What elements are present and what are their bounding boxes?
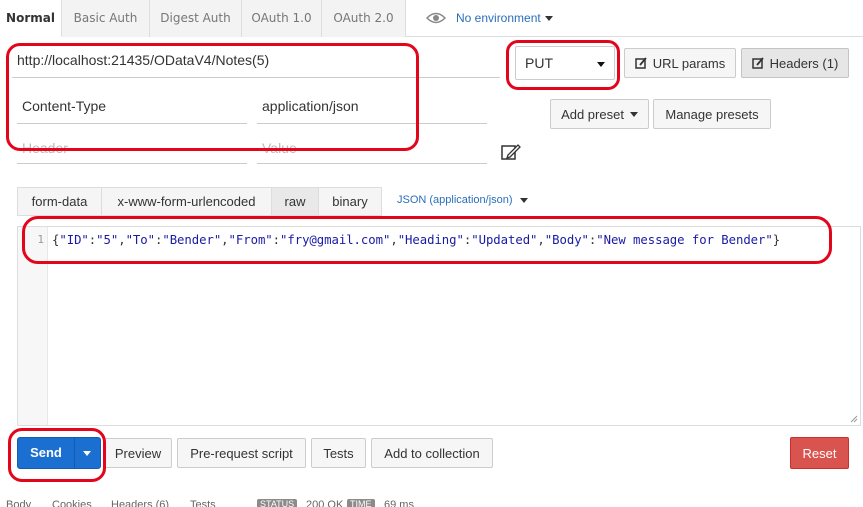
line-number: 1 <box>37 233 44 246</box>
response-tab-tests[interactable]: Tests <box>190 499 216 507</box>
headers-label: Headers (1) <box>769 55 839 71</box>
header-key-placeholder[interactable]: Header <box>17 140 247 164</box>
add-to-collection-button[interactable]: Add to collection <box>371 438 493 468</box>
manage-presets-label: Manage presets <box>665 106 759 122</box>
code-punctuation-token: , <box>537 233 545 247</box>
environment-label: No environment <box>456 11 541 25</box>
manage-presets-button[interactable]: Manage presets <box>653 99 771 129</box>
editor-gutter: 1 <box>18 227 48 425</box>
tab-basic-auth[interactable]: Basic Auth <box>62 0 150 37</box>
response-tab-body[interactable]: Body <box>6 499 31 507</box>
format-label: JSON (application/json) <box>397 194 513 206</box>
header-value-field[interactable]: application/json <box>257 98 487 124</box>
preview-button[interactable]: Preview <box>104 438 172 468</box>
send-label: Send <box>30 445 62 460</box>
code-punctuation-token: } <box>772 233 781 247</box>
url-params-label: URL params <box>652 55 726 71</box>
reset-label: Reset <box>802 445 837 461</box>
status-badge: STATUS <box>257 499 298 507</box>
code-string-token: "Heading" <box>397 233 464 247</box>
tab-oauth-1[interactable]: OAuth 1.0 <box>242 0 322 37</box>
time-value: 69 ms <box>384 499 414 507</box>
status-value: 200 OK <box>306 499 344 507</box>
body-editor[interactable]: 1 {"ID":"5","To":"Bender","From":"fry@gm… <box>17 226 861 426</box>
code-string-token: "ID" <box>59 233 89 247</box>
code-string-token: "To" <box>125 233 155 247</box>
chevron-down-icon <box>544 16 553 22</box>
response-tab-headers[interactable]: Headers (6) <box>111 499 169 507</box>
url-input[interactable]: http://localhost:21435/ODataV4/Notes(5) <box>12 52 500 78</box>
environment-selector[interactable]: No environment <box>426 8 553 28</box>
preview-label: Preview <box>114 445 162 461</box>
code-string-token: "fry@gmail.com" <box>280 233 391 247</box>
code-punctuation-token: : <box>272 233 281 247</box>
add-to-collection-label: Add to collection <box>384 445 480 461</box>
code-punctuation-token: , <box>118 233 126 247</box>
time-badge: TIME <box>347 499 375 507</box>
format-selector[interactable]: JSON (application/json) <box>397 194 528 206</box>
code-punctuation-token: , <box>390 233 398 247</box>
code-string-token: "5" <box>96 233 119 247</box>
tab-form-data[interactable]: form-data <box>17 187 102 216</box>
code-string-token: "Updated" <box>471 233 538 247</box>
code-string-token: "New message for Bender" <box>596 233 773 247</box>
add-preset-button[interactable]: Add preset <box>550 99 649 129</box>
tests-button[interactable]: Tests <box>311 438 366 468</box>
tab-binary[interactable]: binary <box>318 187 382 216</box>
edit-icon <box>635 57 647 69</box>
response-tab-cookies[interactable]: Cookies <box>52 499 92 507</box>
send-button[interactable]: Send <box>17 437 101 469</box>
method-value: PUT <box>525 55 553 71</box>
send-dropdown-toggle[interactable] <box>75 438 101 468</box>
chevron-down-icon <box>83 451 91 456</box>
code-line: {"ID":"5","To":"Bender","From":"fry@gmai… <box>52 233 780 247</box>
tab-raw[interactable]: raw <box>271 187 319 216</box>
chevron-down-icon <box>519 197 528 203</box>
bulk-edit-icon[interactable] <box>500 142 522 162</box>
pre-request-script-label: Pre-request script <box>190 445 293 461</box>
edit-icon <box>751 57 764 69</box>
tab-x-www-form-urlencoded[interactable]: x-www-form-urlencoded <box>101 187 272 216</box>
headers-button[interactable]: Headers (1) <box>741 48 849 78</box>
rest-client-window: { "auth_tabs": ["Normal", "Basic Auth", … <box>0 0 863 507</box>
code-punctuation-token: , <box>221 233 229 247</box>
header-key-field[interactable]: Content-Type <box>17 98 247 124</box>
tab-digest-auth[interactable]: Digest Auth <box>150 0 242 37</box>
resize-grip-icon[interactable] <box>850 415 858 423</box>
tests-label: Tests <box>323 445 354 461</box>
code-string-token: "Bender" <box>162 233 222 247</box>
code-string-token: "From" <box>228 233 273 247</box>
pre-request-script-button[interactable]: Pre-request script <box>177 438 306 468</box>
auth-tab-bar: Normal Basic Auth Digest Auth OAuth 1.0 … <box>0 0 863 37</box>
chevron-down-icon <box>629 111 638 117</box>
method-select[interactable]: PUT <box>515 46 615 80</box>
code-string-token: "Body" <box>544 233 589 247</box>
header-value-placeholder[interactable]: Value <box>257 140 487 164</box>
url-params-button[interactable]: URL params <box>624 48 736 78</box>
tab-oauth-2[interactable]: OAuth 2.0 <box>322 0 406 37</box>
reset-button[interactable]: Reset <box>790 437 849 469</box>
chevron-down-icon <box>597 62 605 67</box>
add-preset-label: Add preset <box>561 106 624 122</box>
tab-normal[interactable]: Normal <box>0 0 62 37</box>
eye-icon <box>426 12 446 24</box>
response-strip: Body Cookies Headers (6) Tests STATUS 20… <box>0 496 863 507</box>
